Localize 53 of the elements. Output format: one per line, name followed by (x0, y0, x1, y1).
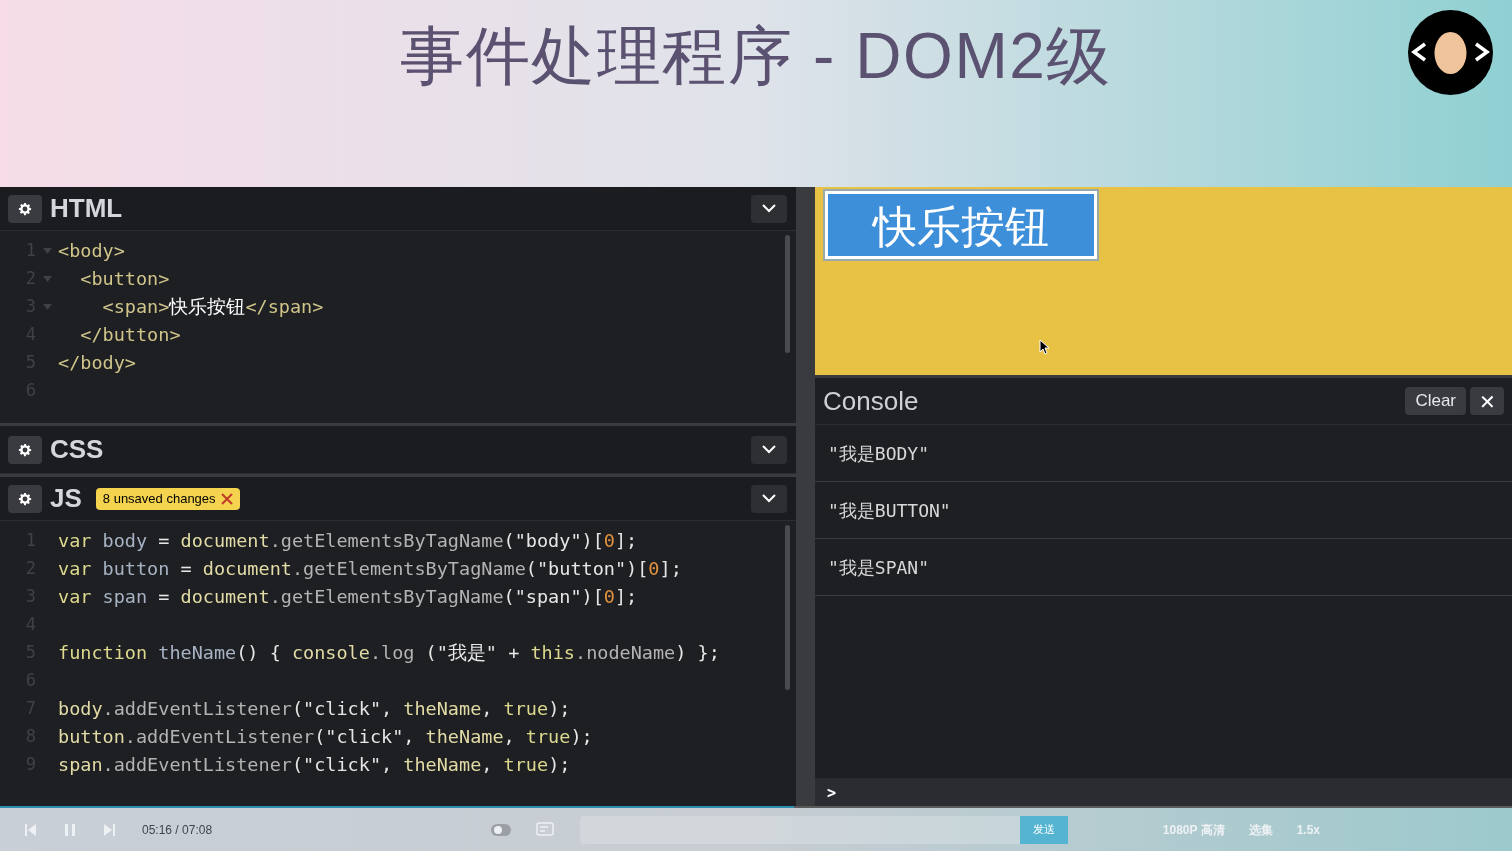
dismiss-icon[interactable] (220, 492, 233, 505)
log-entry: "我是SPAN" (828, 555, 930, 580)
unsaved-changes-badge: 8 unsaved changes (95, 487, 240, 510)
code-line: var body = document.getElementsByTagName("body")[0]; (58, 529, 638, 554)
panel-title: HTML (50, 192, 123, 225)
settings-icon (18, 201, 32, 216)
chevron-down-icon (762, 445, 776, 454)
log-entry: "我是BODY" (828, 441, 930, 466)
previous-icon[interactable] (22, 821, 38, 838)
code-line: span.addEventListener("click", theName, true); (58, 753, 571, 778)
cursor-icon (1039, 339, 1050, 355)
send-button[interactable]: 发送 (1020, 815, 1069, 844)
collapse-button[interactable] (751, 194, 787, 223)
pause-icon[interactable] (62, 821, 78, 838)
chevron-down-icon (762, 494, 776, 503)
fold-icon[interactable] (42, 304, 52, 310)
code-line: <span>快乐按钮</span> (101, 295, 324, 320)
settings-icon (18, 491, 32, 506)
egg-logo-icon (1408, 10, 1493, 95)
console-input[interactable]: > (815, 778, 1512, 808)
time-text: 05:16 / 07:08 (142, 821, 213, 839)
console-title: Console (823, 384, 919, 418)
code-line: function theName() { console.log ("我是" + this.nodeName) }; (58, 641, 720, 666)
close-button[interactable]: ✕ (1470, 387, 1504, 415)
log-entry: "我是BUTTON" (828, 498, 951, 523)
panel-title: CSS (50, 433, 104, 466)
danmaku-settings-icon[interactable] (536, 821, 557, 838)
code-line: var button = document.getElementsByTagName("button")[0]; (58, 557, 682, 582)
code-line: </body> (58, 351, 136, 376)
fold-icon[interactable] (42, 248, 52, 254)
slide-title: 事件处理程序 - DOM2级 (399, 19, 1113, 94)
settings-button[interactable] (8, 194, 42, 223)
settings-button[interactable] (8, 435, 42, 464)
collapse-button[interactable] (751, 484, 787, 513)
prompt-symbol: > (827, 782, 837, 804)
settings-icon (18, 442, 32, 457)
code-line: <button> (79, 267, 170, 292)
code-line: body.addEventListener("click", theName, true); (58, 697, 571, 722)
code-line: <body> (58, 239, 125, 264)
chevron-down-icon (762, 204, 776, 213)
code-line: button.addEventListener("click", theName, true); (58, 725, 593, 750)
collapse-button[interactable] (751, 435, 787, 464)
settings-button[interactable] (8, 484, 42, 513)
happy-button[interactable]: 快乐按钮 (825, 191, 1097, 259)
fold-icon[interactable] (42, 276, 52, 282)
toggle-icon[interactable] (490, 822, 513, 837)
clear-button[interactable]: Clear (1405, 387, 1466, 415)
pane-splitter[interactable] (796, 187, 815, 808)
next-icon[interactable] (102, 821, 118, 838)
danmaku-input[interactable] (580, 815, 1021, 844)
code-line: </button> (79, 323, 181, 348)
panel-title: JS (50, 482, 82, 515)
code-line: var span = document.getElementsByTagName("span")[0]; (58, 585, 638, 610)
